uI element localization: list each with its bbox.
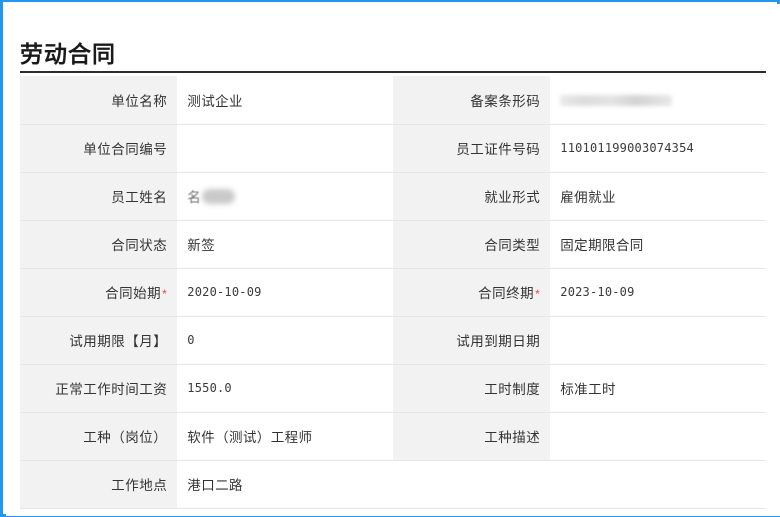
field-value-text: 0: [187, 333, 195, 347]
field-value-text: 港口二路: [187, 478, 243, 493]
field-value-right[interactable]: [550, 76, 766, 125]
field-label-right: 备案条形码: [392, 76, 551, 125]
field-value-text: 1550.0: [187, 381, 232, 395]
field-label-text: 工种描述: [484, 430, 541, 445]
field-label-text: 试用期限【月】: [69, 334, 168, 349]
field-value-left[interactable]: 名: [177, 172, 393, 221]
field-label-right: 合同终期*: [392, 268, 551, 317]
page-body: 劳动合同 单位名称 测试企业 备案条形码单位合同编号 员工证件号码 1101011990…: [6, 4, 780, 516]
field-value-right[interactable]: 110101199003074354: [550, 124, 766, 173]
field-label-text: 员工姓名: [111, 190, 168, 205]
table-row: 单位合同编号 员工证件号码 110101199003074354: [20, 124, 766, 173]
field-label-text: 合同终期: [478, 286, 535, 301]
field-value-text: 标准工时: [560, 382, 616, 397]
field-label-left: 单位合同编号: [20, 124, 178, 173]
table-row: 合同状态 新签 合同类型 固定期限合同: [20, 220, 766, 269]
field-label-right: 合同类型: [392, 220, 551, 269]
field-value-right[interactable]: 固定期限合同: [550, 220, 766, 269]
field-label-right: 员工证件号码: [392, 124, 551, 173]
title-divider: [20, 71, 766, 73]
field-label-text: 合同始期: [105, 286, 162, 301]
field-value-text: 固定期限合同: [560, 238, 644, 253]
field-label-right: 试用到期日期: [392, 316, 551, 365]
field-value-left[interactable]: 0: [177, 316, 393, 365]
field-value-right[interactable]: [550, 412, 766, 461]
field-label-left: 合同状态: [20, 220, 178, 269]
field-value-left[interactable]: 1550.0: [177, 364, 393, 413]
field-label-right: 就业形式: [392, 172, 551, 221]
table-row: 工种（岗位） 软件（测试）工程师 工种描述: [20, 412, 766, 461]
table-row: 工作地点 港口二路: [20, 460, 766, 509]
field-value-left[interactable]: 测试企业: [177, 76, 393, 125]
field-value-text: 软件（测试）工程师: [187, 430, 313, 445]
field-label-right: 工时制度: [392, 364, 551, 413]
field-value-left[interactable]: [177, 124, 393, 173]
field-value-left[interactable]: 新签: [177, 220, 393, 269]
table-row: 单位名称 测试企业 备案条形码: [20, 76, 766, 125]
field-label-text: 试用到期日期: [456, 334, 541, 349]
field-label-text: 合同类型: [484, 238, 541, 253]
field-label-left: 单位名称: [20, 76, 178, 125]
field-value-right[interactable]: 2023-10-09: [550, 268, 766, 317]
field-label-text: 员工证件号码: [456, 142, 541, 157]
page-title: 劳动合同: [20, 41, 116, 68]
field-label-left: 正常工作时间工资: [20, 364, 178, 413]
field-value-text: 雇佣就业: [560, 190, 616, 205]
field-label-text: 就业形式: [484, 190, 541, 205]
field-value-right[interactable]: [550, 316, 766, 365]
field-value-right[interactable]: 标准工时: [550, 364, 766, 413]
field-label-left: 工种（岗位）: [20, 412, 178, 461]
required-asterisk-icon: *: [162, 287, 168, 302]
field-value-text: 新签: [187, 238, 216, 253]
field-value-left[interactable]: 港口二路: [177, 460, 766, 509]
field-label-text: 工时制度: [484, 382, 541, 397]
field-label-text: 工作地点: [111, 478, 168, 493]
field-label-text: 正常工作时间工资: [55, 382, 168, 397]
labor-contract-detail-table: 单位名称 测试企业 备案条形码单位合同编号 员工证件号码 110101199003074…: [20, 76, 766, 509]
table-row: 试用期限【月】 0 试用到期日期: [20, 316, 766, 365]
field-value-text: 2020-10-09: [187, 285, 262, 299]
field-label-text: 合同状态: [111, 238, 168, 253]
field-value-right[interactable]: 雇佣就业: [550, 172, 766, 221]
table-body: 单位名称 测试企业 备案条形码单位合同编号 员工证件号码 110101199003074…: [20, 76, 766, 509]
field-label-left: 试用期限【月】: [20, 316, 178, 365]
field-label-text: 备案条形码: [470, 93, 541, 109]
redacted-barcode: [560, 95, 673, 107]
field-value-left[interactable]: 软件（测试）工程师: [177, 412, 393, 461]
field-label-text: 单位合同编号: [83, 142, 168, 157]
field-value-text: 2023-10-09: [560, 285, 635, 299]
table-row: 正常工作时间工资 1550.0 工时制度 标准工时: [20, 364, 766, 413]
table-row: 员工姓名 名 就业形式 雇佣就业: [20, 172, 766, 221]
field-label-right: 工种描述: [392, 412, 551, 461]
field-label-left: 员工姓名: [20, 172, 178, 221]
browser-window-frame: 劳动合同 单位名称 测试企业 备案条形码单位合同编号 员工证件号码 1101011990…: [0, 0, 780, 517]
field-label-left: 工作地点: [20, 460, 178, 509]
redacted-employee-name: [202, 188, 236, 204]
field-label-text: 单位名称: [111, 93, 168, 109]
field-value-text: 110101199003074354: [560, 141, 694, 155]
required-asterisk-icon: *: [535, 287, 541, 302]
field-value-text: 测试企业: [187, 93, 243, 109]
field-value-text: 名: [187, 190, 202, 205]
field-label-text: 工种（岗位）: [83, 430, 168, 445]
table-row: 合同始期* 2020-10-09 合同终期* 2023-10-09: [20, 268, 766, 317]
field-value-left[interactable]: 2020-10-09: [177, 268, 393, 317]
field-label-left: 合同始期*: [20, 268, 178, 317]
